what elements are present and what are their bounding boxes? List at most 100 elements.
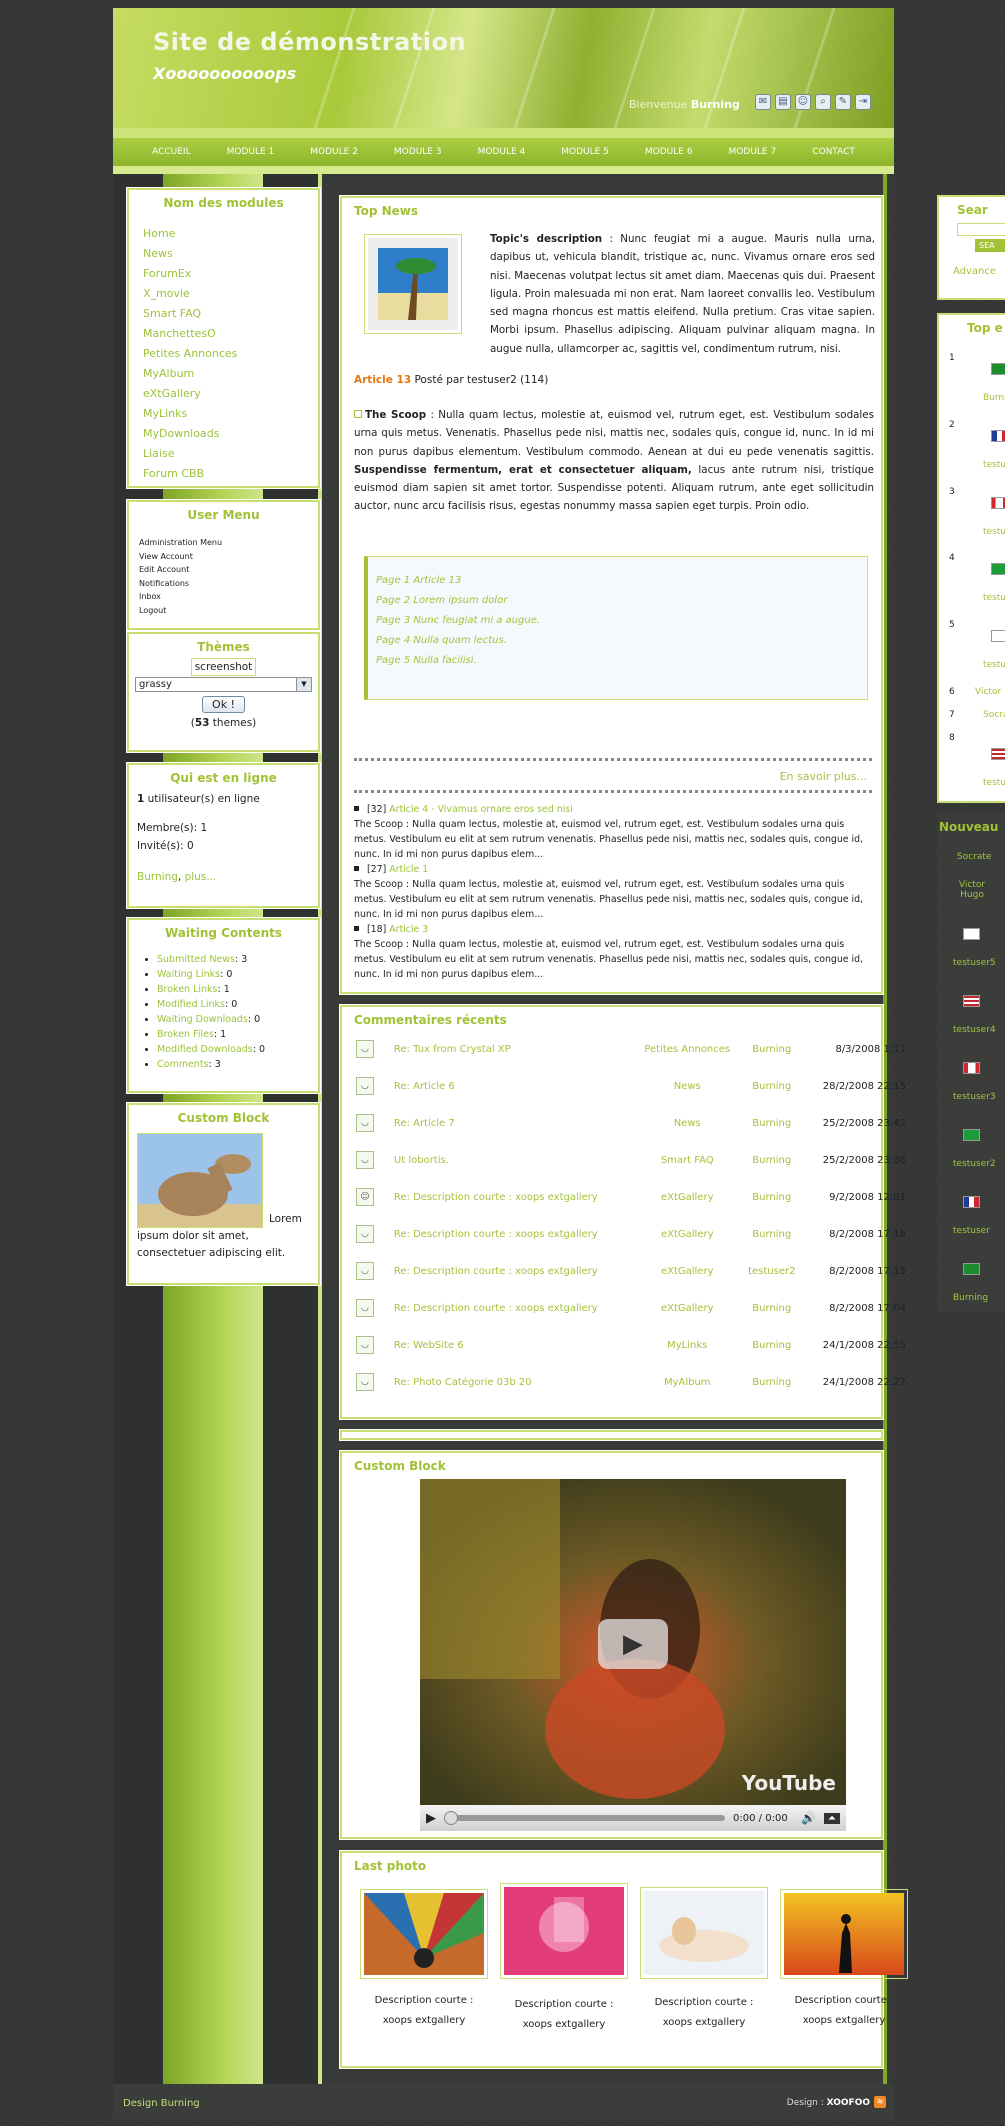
- play-icon[interactable]: ▶: [598, 1619, 668, 1669]
- waiting-item-link[interactable]: Comments: [157, 1059, 209, 1070]
- comment-user-link[interactable]: Burning: [737, 1229, 807, 1240]
- photo-thumb[interactable]: [500, 1883, 628, 1979]
- user-menu-item[interactable]: View Account: [139, 550, 318, 564]
- comment-module-link[interactable]: eXtGallery: [638, 1303, 737, 1314]
- page-link[interactable]: Page 1 Article 13: [376, 571, 867, 591]
- top-poster-link[interactable]: testu: [983, 460, 1005, 470]
- theme-ok-button[interactable]: Ok !: [202, 696, 245, 713]
- waiting-item-link[interactable]: Broken Links: [157, 984, 217, 995]
- search-icon[interactable]: ⌕: [815, 94, 831, 110]
- user-menu-item[interactable]: Administration Menu: [139, 536, 318, 550]
- top-poster-link[interactable]: Socrat: [983, 710, 1005, 720]
- nav-module-5[interactable]: MODULE 5: [543, 138, 627, 166]
- comment-module-link[interactable]: News: [638, 1081, 737, 1092]
- comment-user-link[interactable]: Burning: [737, 1081, 807, 1092]
- video-player[interactable]: ▶ YouTube ▶ 0:00 / 0:00 🔊 ⏶: [420, 1479, 846, 1831]
- comment-user-link[interactable]: Burning: [737, 1118, 807, 1129]
- comment-title-link[interactable]: Re: Photo Catégorie 03b 20: [394, 1377, 638, 1388]
- comment-title-link[interactable]: Re: Article 6: [394, 1081, 638, 1092]
- comment-user-link[interactable]: Burning: [737, 1340, 807, 1351]
- waiting-item-link[interactable]: Submitted News: [157, 954, 235, 965]
- comment-user-link[interactable]: Burning: [737, 1377, 807, 1388]
- chevron-down-icon[interactable]: ▼: [296, 678, 311, 691]
- page-link[interactable]: Page 2 Lorem ipsum dolor: [376, 591, 867, 611]
- nav-module-7[interactable]: MODULE 7: [711, 138, 795, 166]
- welcome-username[interactable]: Burning: [691, 98, 740, 111]
- module-link[interactable]: Home: [143, 224, 318, 244]
- advanced-search-link[interactable]: Advance: [953, 266, 1005, 277]
- search-input[interactable]: [957, 223, 1005, 236]
- user-menu-item[interactable]: Edit Account: [139, 563, 318, 577]
- waiting-item-link[interactable]: Broken Files: [157, 1029, 214, 1040]
- top-poster-link[interactable]: testu: [983, 527, 1005, 537]
- other-article-link[interactable]: Article 3: [389, 924, 428, 935]
- comment-user-link[interactable]: Burning: [737, 1044, 807, 1055]
- comment-title-link[interactable]: Re: Description courte : xoops extgaller…: [394, 1192, 638, 1203]
- search-button[interactable]: SEA: [975, 239, 1005, 252]
- logout-icon[interactable]: ⇥: [855, 94, 871, 110]
- top-poster-link[interactable]: testu: [983, 778, 1005, 788]
- footer-design-brand[interactable]: XOOFOO: [827, 2098, 870, 2108]
- nav-module-1[interactable]: MODULE 1: [209, 138, 293, 166]
- play-button-icon[interactable]: ▶: [426, 1811, 436, 1826]
- new-member-link[interactable]: testuser2: [953, 1159, 996, 1169]
- comment-module-link[interactable]: Smart FAQ: [638, 1155, 737, 1166]
- mail-icon[interactable]: ✎: [835, 94, 851, 110]
- new-member-link[interactable]: Burning: [953, 1293, 988, 1303]
- themes-screenshot-label[interactable]: screenshot: [190, 658, 257, 676]
- comment-user-link[interactable]: testuser2: [737, 1266, 807, 1277]
- progress-handle[interactable]: [444, 1811, 458, 1825]
- new-member-link[interactable]: Victor Hugo: [957, 880, 987, 900]
- module-link[interactable]: Petites Annonces: [143, 344, 318, 364]
- photo-thumb[interactable]: [360, 1889, 488, 1979]
- comment-user-link[interactable]: Burning: [737, 1155, 807, 1166]
- user-menu-item[interactable]: Notifications: [139, 577, 318, 591]
- waiting-item-link[interactable]: Waiting Downloads: [157, 1014, 248, 1025]
- inbox-icon[interactable]: ▤: [775, 94, 791, 110]
- read-more-link[interactable]: En savoir plus...: [780, 770, 867, 783]
- user-menu-item[interactable]: Logout: [139, 604, 318, 618]
- module-link[interactable]: ManchettesO: [143, 324, 318, 344]
- comment-title-link[interactable]: Re: WebSite 6: [394, 1340, 638, 1351]
- site-title[interactable]: Site de démonstration: [153, 28, 466, 56]
- comment-title-link[interactable]: Re: Description courte : xoops extgaller…: [394, 1303, 638, 1314]
- module-link[interactable]: MyDownloads: [143, 424, 318, 444]
- waiting-item-link[interactable]: Modified Links: [157, 999, 225, 1010]
- comment-title-link[interactable]: Ut lobortis.: [394, 1155, 638, 1166]
- module-link[interactable]: News: [143, 244, 318, 264]
- comment-title-link[interactable]: Re: Article 7: [394, 1118, 638, 1129]
- comment-module-link[interactable]: MyLinks: [638, 1340, 737, 1351]
- online-more-link[interactable]: plus...: [185, 871, 217, 883]
- smiley-icon[interactable]: ☺: [795, 94, 811, 110]
- module-link[interactable]: Forum CBB: [143, 464, 318, 484]
- comment-user-link[interactable]: Burning: [737, 1303, 807, 1314]
- other-article-link[interactable]: Article 4 - Vivamus ornare eros sed nisi: [389, 804, 573, 815]
- new-member-link[interactable]: Socrate: [957, 852, 991, 862]
- module-link[interactable]: ForumEx: [143, 264, 318, 284]
- comment-title-link[interactable]: Re: Description courte : xoops extgaller…: [394, 1266, 638, 1277]
- nav-module-6[interactable]: MODULE 6: [627, 138, 711, 166]
- comment-module-link[interactable]: News: [638, 1118, 737, 1129]
- comment-module-link[interactable]: eXtGallery: [638, 1192, 737, 1203]
- module-link[interactable]: X_movie: [143, 284, 318, 304]
- online-user-link[interactable]: Burning: [137, 871, 178, 883]
- messages-icon[interactable]: ✉: [755, 94, 771, 110]
- fullscreen-icon[interactable]: ⏶: [824, 1812, 840, 1824]
- module-link[interactable]: Smart FAQ: [143, 304, 318, 324]
- waiting-item-link[interactable]: Modified Downloads: [157, 1044, 253, 1055]
- top-poster-link[interactable]: Burni: [983, 393, 1005, 403]
- comment-title-link[interactable]: Re: Description courte : xoops extgaller…: [394, 1229, 638, 1240]
- module-link[interactable]: MyLinks: [143, 404, 318, 424]
- photo-thumb[interactable]: [780, 1889, 908, 1979]
- new-member-link[interactable]: testuser4: [953, 1025, 996, 1035]
- new-member-link[interactable]: testuser3: [953, 1092, 996, 1102]
- nav-contact[interactable]: CONTACT: [794, 138, 873, 166]
- new-member-link[interactable]: testuser: [953, 1226, 990, 1236]
- video-progress-bar[interactable]: [444, 1811, 726, 1825]
- new-member-link[interactable]: testuser5: [953, 958, 996, 968]
- comment-module-link[interactable]: Petites Annonces: [638, 1044, 737, 1055]
- photo-thumb[interactable]: [640, 1887, 768, 1979]
- article-title-link[interactable]: Article 13: [354, 374, 411, 386]
- theme-select[interactable]: grassy ▼: [135, 677, 312, 692]
- other-article-link[interactable]: Article 1: [389, 864, 428, 875]
